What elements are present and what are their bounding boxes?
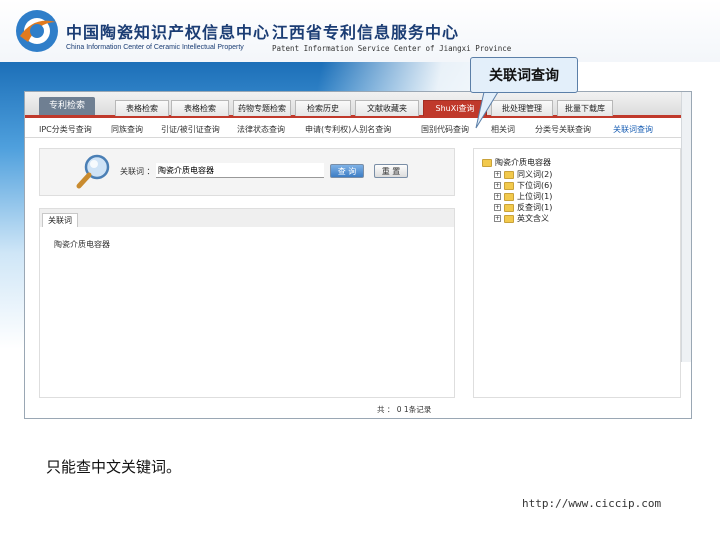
subnav-legal-status[interactable]: 法律状态查询: [237, 124, 285, 135]
subnav-citation[interactable]: 引证/被引证查询: [161, 124, 220, 135]
reset-button[interactable]: 重 置: [374, 164, 408, 178]
folder-icon: [504, 203, 514, 212]
tree-item[interactable]: + 同义词(2): [494, 169, 552, 180]
folder-open-icon: [482, 158, 492, 167]
folder-icon: [504, 181, 514, 190]
logo-icon: [16, 10, 58, 52]
tree-item[interactable]: + 下位词(6): [494, 180, 552, 191]
org2-title-en: Patent Information Service Center of Jia…: [272, 44, 512, 53]
result-panel: 关联词 陶瓷介质电容器: [39, 208, 455, 398]
subnav-class-related[interactable]: 分类号关联查询: [535, 124, 591, 135]
tab-search-history[interactable]: 检索历史: [295, 100, 351, 116]
expand-icon[interactable]: +: [494, 215, 501, 222]
app-window: 专利检索 表格检索 表格检索 药物专题检索 检索历史 文献收藏夹 ShuXi查询…: [24, 91, 692, 419]
footer-note: 只能查中文关键词。: [46, 458, 182, 476]
result-item[interactable]: 陶瓷介质电容器: [54, 239, 110, 250]
folder-icon: [504, 214, 514, 223]
tree-item-label: 同义词(2): [517, 170, 553, 179]
tab-table-search-2[interactable]: 表格检索: [171, 100, 229, 116]
tab-drug-search[interactable]: 药物专题检索: [233, 100, 291, 116]
pager-text: 共 ： 0 1条记录: [377, 405, 432, 414]
folder-icon: [504, 170, 514, 179]
tab-batch-manage[interactable]: 批处理管理: [491, 100, 553, 116]
result-tab[interactable]: 关联词: [42, 213, 78, 227]
header-banner: 中国陶瓷知识产权信息中心 China Information Center of…: [0, 0, 720, 62]
brand-tab[interactable]: 专利检索: [39, 97, 95, 115]
tree-item[interactable]: + 上位词(1): [494, 191, 552, 202]
expand-icon[interactable]: +: [494, 171, 501, 178]
subnav-country-code[interactable]: 国别代码查询: [421, 124, 469, 135]
scrollbar[interactable]: [681, 92, 691, 362]
search-input[interactable]: [156, 163, 324, 178]
subnav-related-words[interactable]: 相关词: [491, 124, 515, 135]
org-title-cn: 中国陶瓷知识产权信息中心: [66, 23, 271, 42]
subnav-ipc[interactable]: IPC分类号查询: [39, 124, 92, 135]
tree-item-label: 英文含义: [517, 214, 549, 223]
sub-nav: IPC分类号查询 同族查询 引证/被引证查询 法律状态查询 申请(专利权)人别名…: [25, 120, 691, 138]
query-button[interactable]: 查 询: [330, 164, 364, 178]
tree-item-label: 反查词(1): [517, 203, 553, 212]
expand-icon[interactable]: +: [494, 182, 501, 189]
subnav-applicant-alias[interactable]: 申请(专利权)人别名查询: [305, 124, 391, 135]
search-panel: 关联词 ： 查 询 重 置: [39, 148, 455, 196]
tab-favorites[interactable]: 文献收藏夹: [355, 100, 419, 116]
site-url[interactable]: http://www.ciccip.com: [522, 497, 661, 510]
tree-root-label: 陶瓷介质电容器: [495, 158, 551, 167]
tree-root[interactable]: 陶瓷介质电容器: [482, 157, 551, 168]
tab-shuxi-query[interactable]: ShuXi查询: [423, 100, 487, 116]
tab-batch-download[interactable]: 批量下载库: [557, 100, 613, 116]
magnifier-icon: [76, 154, 110, 189]
callout-label: 关联词查询: [470, 57, 578, 93]
result-header: 关联词: [40, 209, 454, 227]
org2-title-cn: 江西省专利信息服务中心: [272, 23, 460, 42]
tree-item[interactable]: + 反查词(1): [494, 202, 552, 213]
folder-icon: [504, 192, 514, 201]
tree-item[interactable]: + 英文含义: [494, 213, 549, 224]
main-nav: 专利检索 表格检索 表格检索 药物专题检索 检索历史 文献收藏夹 ShuXi查询…: [25, 92, 691, 118]
subnav-family[interactable]: 同族查询: [111, 124, 143, 135]
subnav-related-query[interactable]: 关联词查询: [613, 124, 653, 135]
expand-icon[interactable]: +: [494, 193, 501, 200]
tab-table-search[interactable]: 表格检索: [115, 100, 169, 116]
tree-panel: 陶瓷介质电容器 + 同义词(2) + 下位词(6) + 上位词(1) + 反查词…: [473, 148, 681, 398]
tree-item-label: 上位词(1): [517, 192, 553, 201]
org-title-en: China Information Center of Ceramic Inte…: [66, 44, 244, 51]
search-label: 关联词 ：: [120, 167, 155, 176]
tree-item-label: 下位词(6): [517, 181, 553, 190]
expand-icon[interactable]: +: [494, 204, 501, 211]
